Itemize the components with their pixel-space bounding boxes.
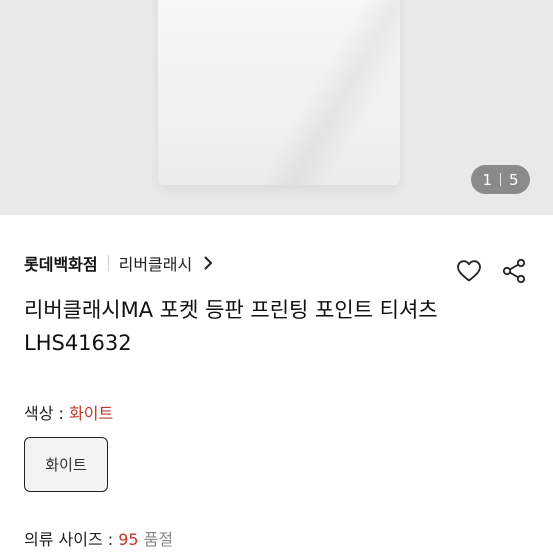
size-value: 95 <box>118 530 139 549</box>
size-option-row: 의류 사이즈 : 95 품절 <box>24 526 173 550</box>
product-title: 리버클래시MA 포켓 등판 프린팅 포인트 티셔츠 LHS41632 <box>24 298 438 355</box>
chevron-right-icon[interactable] <box>204 255 214 271</box>
image-counter: 1 5 <box>471 165 530 194</box>
selected-color: 화이트 <box>69 404 114 423</box>
heart-icon <box>457 260 481 282</box>
brand-breadcrumb[interactable]: 롯데백화점 리버클래시 <box>24 250 214 276</box>
image-counter-total: 5 <box>509 170 519 189</box>
share-button[interactable] <box>500 257 528 285</box>
color-label-text: 색상 : <box>24 404 70 423</box>
size-label: 의류 사이즈 : <box>24 530 119 549</box>
color-option-label: 색상 : 화이트 <box>24 400 113 424</box>
product-image-gallery[interactable]: 1 5 <box>0 0 553 215</box>
product-image <box>158 0 400 185</box>
image-counter-current: 1 <box>482 170 492 189</box>
size-status: 품절 <box>138 530 174 549</box>
wishlist-button[interactable] <box>455 257 483 285</box>
color-chip-white[interactable]: 화이트 <box>24 437 108 492</box>
brand-name[interactable]: 리버클래시 <box>119 251 193 275</box>
share-icon <box>502 258 526 284</box>
image-counter-divider <box>500 173 501 186</box>
brand-divider <box>107 255 109 271</box>
store-name[interactable]: 롯데백화점 <box>24 251 98 275</box>
